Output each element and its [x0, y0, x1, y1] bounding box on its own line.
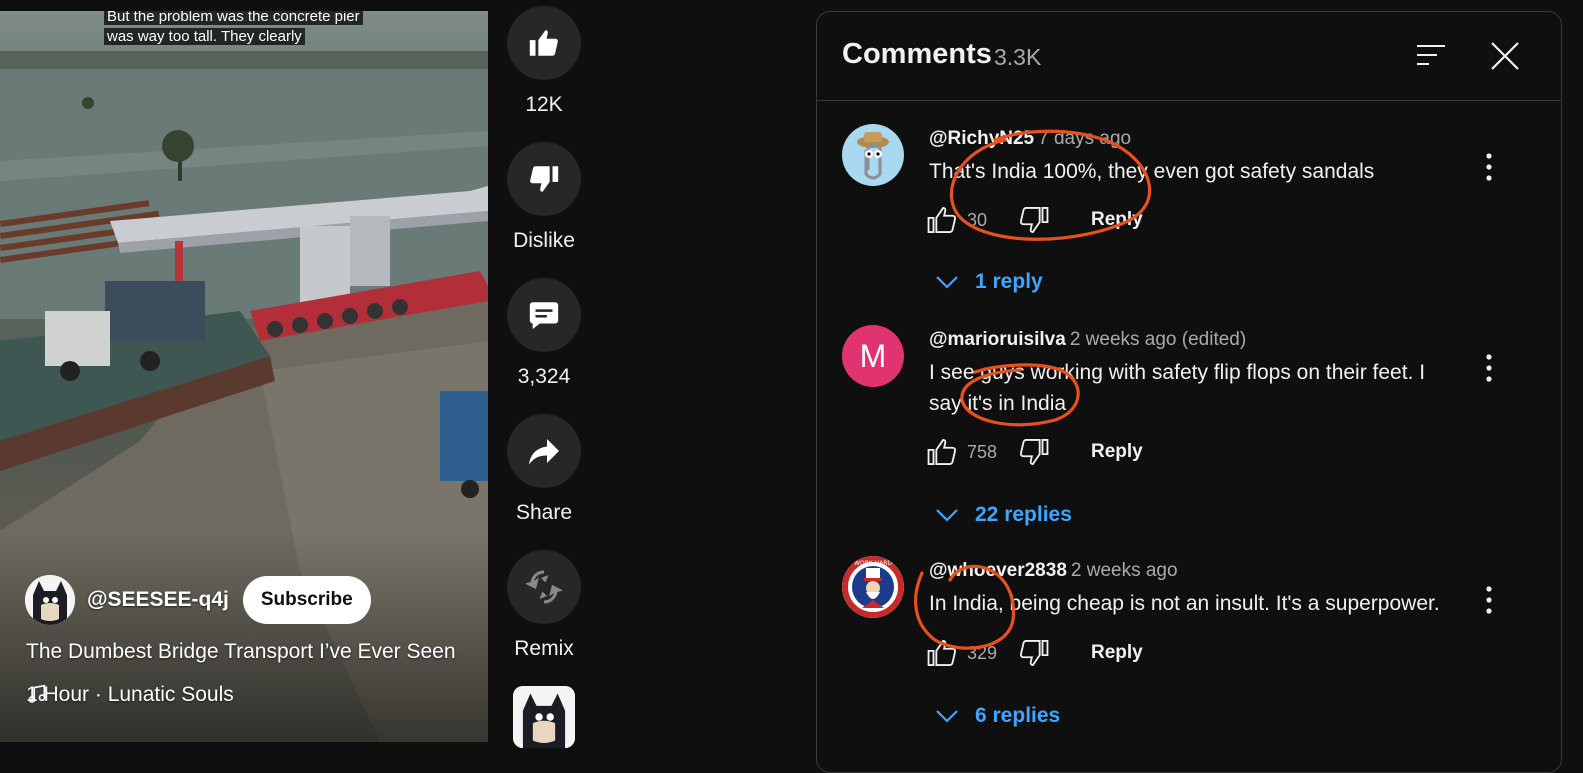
close-icon[interactable] — [1490, 41, 1520, 71]
replies-count: 1 reply — [975, 270, 1043, 293]
replies-count: 6 replies — [975, 704, 1061, 727]
caption-line-1: But the problem was the concrete pier — [104, 11, 363, 25]
commenter-avatar[interactable]: WORK HARD — [842, 556, 904, 618]
comment-meta: @RichyN25 7 days ago — [929, 128, 1131, 150]
comment-text: I see guys working with safety flip flop… — [929, 361, 1426, 415]
remix-icon — [526, 570, 562, 604]
comments-panel: Comments 3.3K @RichyN25 7 days ago That's — [816, 11, 1562, 773]
like-count: 12K — [525, 93, 563, 116]
video-frame — [0, 51, 488, 742]
comment-meta: @whoever2838 2 weeks ago — [929, 560, 1178, 582]
comment-text: In India, being cheap is not an insult. … — [929, 592, 1440, 615]
batman-thumbnail-icon — [513, 686, 575, 748]
like-button[interactable] — [507, 6, 581, 80]
comments-count: 3,324 — [517, 365, 571, 388]
caption-line-2: was way too tall. They clearly — [104, 28, 305, 45]
video-player[interactable]: But the problem was the concrete pier wa… — [0, 11, 488, 742]
video-title[interactable]: The Dumbest Bridge Transport I’ve Ever S… — [26, 640, 456, 664]
dislike-button[interactable] — [507, 142, 581, 216]
remix-label: Remix — [514, 637, 574, 660]
comment-time[interactable]: 7 days ago — [1038, 128, 1131, 149]
comments-total-count: 3.3K — [994, 44, 1042, 70]
share-label: Share — [515, 501, 573, 524]
subscribe-button[interactable]: Subscribe — [242, 576, 371, 624]
comment-author[interactable]: @whoever2838 — [929, 560, 1067, 581]
music-note-icon — [28, 684, 46, 703]
channel-row: @SEESEE-q4j Subscribe — [25, 575, 371, 625]
channel-avatar[interactable] — [25, 575, 75, 625]
batman-avatar-icon — [25, 575, 75, 625]
comment-actions: 758 Reply — [925, 434, 1143, 470]
music-title: 1 Hour · Lunatic Souls — [26, 683, 234, 706]
dislike-label: Dislike — [513, 229, 575, 252]
comment-text: That's India 100%, they even got safety … — [929, 160, 1375, 183]
like-icon[interactable] — [925, 203, 959, 237]
comment-meta: @marioruisilva 2 weeks ago (edited) — [929, 329, 1246, 351]
remix-button[interactable] — [507, 550, 581, 624]
comment-actions: 30 Reply — [925, 202, 1143, 238]
dislike-icon[interactable] — [1017, 203, 1051, 237]
comments-title: Comments — [842, 38, 992, 70]
comments-header: Comments 3.3K — [817, 12, 1561, 101]
comment-author[interactable]: @RichyN25 — [929, 128, 1034, 149]
dislike-action: Dislike — [507, 142, 581, 253]
comment-actions: 329 Reply — [925, 635, 1143, 671]
comment-time[interactable]: 2 weeks ago — [1071, 560, 1178, 581]
more-options-icon[interactable] — [1479, 585, 1499, 615]
thumbs-up-icon — [529, 30, 558, 56]
music-link[interactable]: 1 Hour · Lunatic Souls — [26, 683, 234, 707]
reply-button[interactable]: Reply — [1091, 209, 1143, 231]
comments-button[interactable] — [507, 278, 581, 352]
chevron-down-icon — [936, 276, 958, 289]
chevron-down-icon — [936, 509, 958, 522]
reply-button[interactable]: Reply — [1091, 441, 1143, 463]
comment-like-count: 758 — [967, 441, 998, 462]
comment-author[interactable]: @marioruisilva — [929, 329, 1066, 350]
more-options-icon[interactable] — [1479, 152, 1499, 182]
dislike-icon[interactable] — [1017, 636, 1051, 670]
sound-avatar[interactable] — [513, 686, 575, 748]
channel-name[interactable]: @SEESEE-q4j — [87, 588, 229, 612]
comments-action: 3,324 — [507, 278, 581, 389]
reply-button[interactable]: Reply — [1091, 642, 1143, 664]
commenter-avatar[interactable]: M — [842, 325, 904, 387]
share-action: Share — [507, 414, 581, 525]
replies-toggle[interactable]: 1 reply — [935, 267, 1043, 297]
commenter-avatar[interactable] — [842, 124, 904, 186]
like-icon[interactable] — [925, 636, 959, 670]
avatar-text: WORK HARD — [854, 560, 892, 567]
paperclip-avatar-icon — [842, 124, 904, 186]
replies-toggle[interactable]: 22 replies — [935, 500, 1072, 530]
comment-time[interactable]: 2 weeks ago (edited) — [1070, 329, 1246, 350]
thumbs-down-icon — [530, 166, 559, 192]
like-action: 12K — [507, 6, 581, 117]
sort-icon[interactable] — [1415, 42, 1447, 70]
replies-toggle[interactable]: 6 replies — [935, 701, 1060, 731]
more-options-icon[interactable] — [1479, 353, 1499, 383]
like-icon[interactable] — [925, 435, 959, 469]
uncle-sam-avatar-icon: WORK HARD — [842, 556, 904, 618]
chevron-down-icon — [936, 710, 958, 723]
comment-icon — [529, 302, 559, 330]
comment-like-count: 30 — [967, 209, 988, 230]
remix-action: Remix — [507, 550, 581, 661]
dislike-icon[interactable] — [1017, 435, 1051, 469]
video-caption: But the problem was the concrete pier wa… — [104, 11, 386, 47]
comment-like-count: 329 — [967, 642, 998, 663]
share-button[interactable] — [507, 414, 581, 488]
avatar-letter: M — [859, 337, 887, 374]
replies-count: 22 replies — [975, 503, 1072, 526]
share-arrow-icon — [529, 439, 559, 465]
